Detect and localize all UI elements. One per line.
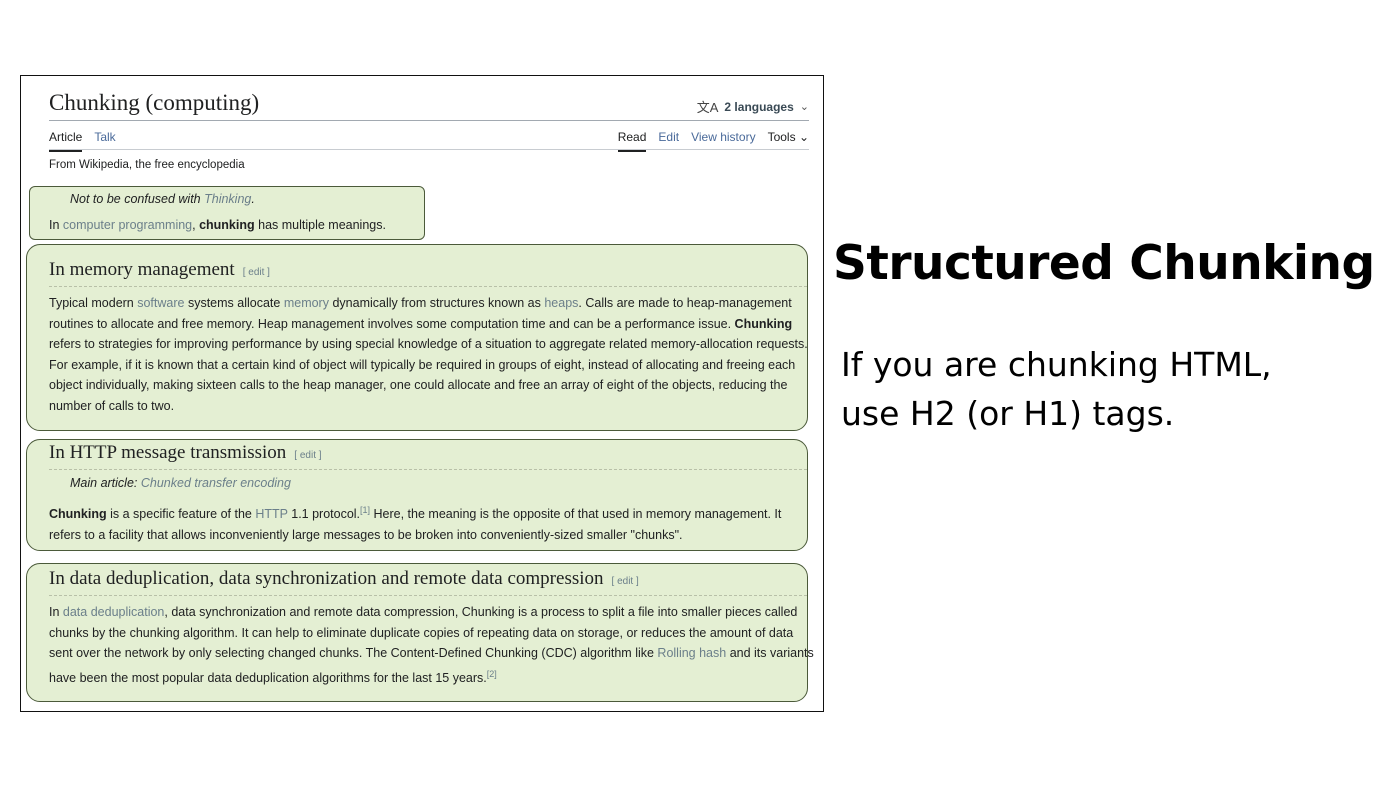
data-deduplication-link[interactable]: data deduplication	[63, 605, 164, 619]
memory-management-chunk: In memory management[ edit ] Typical mod…	[26, 244, 808, 431]
intro-paragraph: In computer programming, chunking has mu…	[49, 218, 386, 232]
section-heading: In data deduplication, data synchronizat…	[49, 568, 639, 589]
section-paragraph: In data deduplication, data synchronizat…	[49, 605, 814, 685]
tabs-divider	[49, 149, 809, 150]
page-tabs: Article Talk Read Edit View history Tool…	[49, 128, 809, 152]
data-deduplication-chunk: In data deduplication, data synchronizat…	[26, 563, 814, 702]
http-link[interactable]: HTTP	[255, 507, 287, 521]
slide-line-1: If you are chunking HTML,	[841, 345, 1272, 384]
languages-label: 2 languages	[724, 99, 794, 114]
slide-title: Structured Chunking	[833, 236, 1375, 291]
edit-link[interactable]: [ edit ]	[243, 267, 270, 278]
hatnote: Not to be confused with Thinking.	[70, 192, 255, 206]
tagline: From Wikipedia, the free encyclopedia	[49, 159, 245, 171]
section-paragraph: Typical modern software systems allocate…	[49, 296, 808, 413]
intro-chunk: Not to be confused with Thinking. In com…	[29, 186, 425, 240]
computer-programming-link[interactable]: computer programming	[63, 218, 192, 232]
translate-icon: 文A	[696, 100, 719, 115]
heading-divider	[49, 595, 807, 597]
reference-2[interactable]: [2]	[487, 669, 497, 679]
http-transmission-chunk: In HTTP message transmission[ edit ] Mai…	[26, 439, 808, 551]
section-paragraph: Chunking is a specific feature of the HT…	[49, 505, 782, 542]
languages-button[interactable]: 文A 2 languages ⌄	[697, 97, 809, 116]
wikipedia-screenshot: Chunking (computing) 文A 2 languages ⌄ Ar…	[20, 75, 824, 712]
section-heading: In HTTP message transmission[ edit ]	[49, 442, 322, 463]
heaps-link[interactable]: heaps	[544, 296, 578, 310]
section-heading: In memory management[ edit ]	[49, 259, 270, 280]
slide-line-2: use H2 (or H1) tags.	[841, 394, 1175, 433]
main-article-note: Main article: Chunked transfer encoding	[70, 476, 291, 490]
slide-body: If you are chunking HTML, use H2 (or H1)…	[841, 340, 1272, 438]
chevron-down-icon: ⌄	[798, 130, 809, 144]
heading-divider	[49, 286, 807, 288]
software-link[interactable]: software	[137, 296, 184, 310]
chunked-transfer-link[interactable]: Chunked transfer encoding	[141, 476, 291, 490]
memory-link[interactable]: memory	[284, 296, 329, 310]
heading-divider	[49, 469, 807, 471]
edit-link[interactable]: [ edit ]	[294, 450, 321, 461]
rolling-hash-link[interactable]: Rolling hash	[657, 646, 726, 660]
edit-link[interactable]: [ edit ]	[612, 576, 639, 587]
title-divider	[49, 120, 809, 121]
chevron-down-icon: ⌄	[799, 101, 809, 113]
reference-1[interactable]: [1]	[360, 505, 370, 515]
thinking-link[interactable]: Thinking	[204, 192, 251, 206]
page-title: Chunking (computing)	[49, 90, 260, 115]
